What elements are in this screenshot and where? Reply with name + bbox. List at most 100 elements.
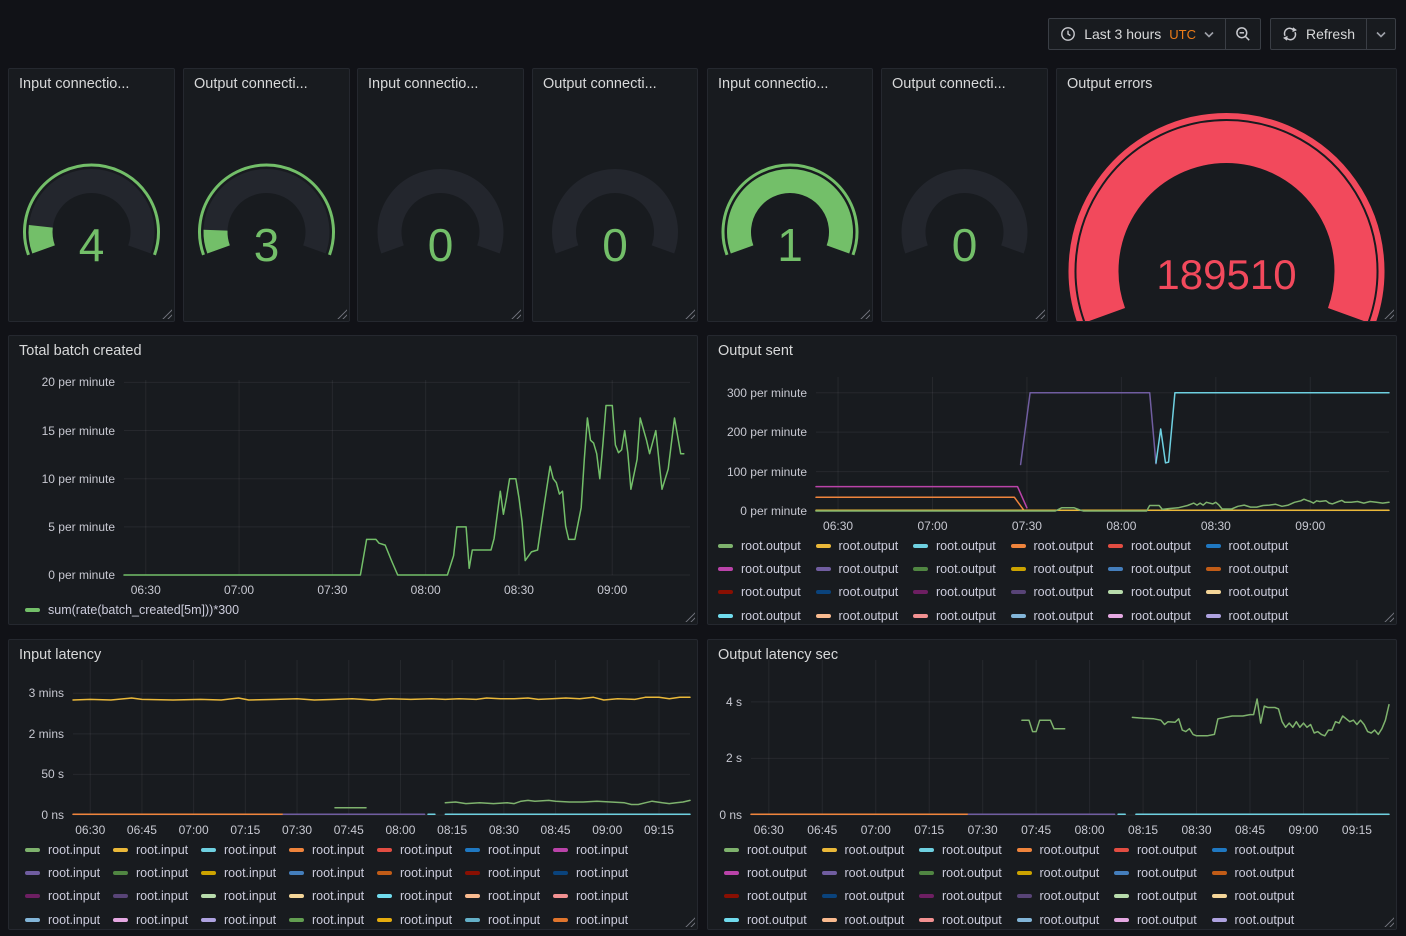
panel-title[interactable]: Input latency	[19, 647, 101, 663]
legend-item[interactable]: root.output	[718, 581, 816, 604]
legend-item[interactable]: root.output	[1108, 604, 1206, 625]
chart-plot[interactable]: 0 per minute5 per minute10 per minute15 …	[9, 336, 697, 624]
legend-item[interactable]: root.input	[25, 861, 113, 884]
legend-item[interactable]: root.output	[816, 581, 914, 604]
legend-item[interactable]: root.output	[1017, 885, 1115, 908]
legend-item[interactable]: root.input	[377, 861, 465, 884]
legend-item[interactable]: root.input	[377, 885, 465, 908]
legend-item[interactable]: root.output	[1017, 838, 1115, 861]
legend-item[interactable]: root.output	[1011, 534, 1109, 557]
panel-title[interactable]: Output connecti...	[543, 76, 657, 92]
chart-plot[interactable]: 0 ns50 s2 mins3 mins06:3006:4507:0007:15…	[9, 640, 697, 929]
legend-item[interactable]: root.output	[1011, 581, 1109, 604]
legend-item[interactable]: root.output	[1011, 557, 1109, 580]
legend-item[interactable]: root.output	[1212, 838, 1310, 861]
gauge-value: 0	[952, 219, 978, 271]
panel-title[interactable]: Total batch created	[19, 343, 142, 359]
legend-label: sum(rate(batch_created[5m]))*300	[48, 603, 239, 617]
legend-item[interactable]: root.input	[25, 908, 113, 930]
panel-title[interactable]: Output connecti...	[892, 76, 1006, 92]
legend-item[interactable]: root.input	[201, 885, 289, 908]
legend-item[interactable]: root.output	[1206, 534, 1304, 557]
legend-item[interactable]: root.input	[289, 908, 377, 930]
legend-item[interactable]: root.input	[201, 838, 289, 861]
legend-item[interactable]: sum(rate(batch_created[5m]))*300	[25, 599, 239, 620]
legend-item[interactable]: root.input	[377, 838, 465, 861]
refresh-button[interactable]: Refresh	[1270, 18, 1367, 50]
legend-item[interactable]: root.output	[1108, 557, 1206, 580]
legend-item[interactable]: root.input	[113, 885, 201, 908]
legend-item[interactable]: root.output	[919, 861, 1017, 884]
legend-item[interactable]: root.output	[724, 908, 822, 930]
legend-item[interactable]: root.output	[919, 885, 1017, 908]
legend-item[interactable]: root.input	[113, 908, 201, 930]
panel-title[interactable]: Input connectio...	[368, 76, 478, 92]
legend-item[interactable]: root.output	[822, 838, 920, 861]
legend-item[interactable]: root.output	[919, 838, 1017, 861]
legend-item[interactable]: root.output	[724, 885, 822, 908]
legend-item[interactable]: root.input	[553, 838, 641, 861]
legend-item[interactable]: root.output	[822, 861, 920, 884]
legend-item[interactable]: root.output	[718, 534, 816, 557]
legend-item[interactable]: root.input	[25, 838, 113, 861]
legend-item[interactable]: root.output	[1212, 885, 1310, 908]
legend-item[interactable]: root.output	[1206, 557, 1304, 580]
legend-item[interactable]: root.input	[201, 908, 289, 930]
panel-title[interactable]: Output latency sec	[718, 647, 838, 663]
legend-item[interactable]: root.output	[1206, 581, 1304, 604]
chart-plot[interactable]: 0 per minute100 per minute200 per minute…	[708, 336, 1396, 624]
legend-item[interactable]: root.input	[465, 838, 553, 861]
legend-item[interactable]: root.input	[201, 861, 289, 884]
x-axis-label: 08:00	[1095, 518, 1147, 534]
legend-item[interactable]: root.input	[113, 861, 201, 884]
legend-item[interactable]: root.input	[553, 908, 641, 930]
panel-title[interactable]: Output errors	[1067, 76, 1152, 92]
legend-item[interactable]: root.output	[1017, 861, 1115, 884]
legend-item[interactable]: root.output	[822, 908, 920, 930]
legend-item[interactable]: root.output	[822, 885, 920, 908]
legend-item[interactable]: root.input	[289, 885, 377, 908]
legend-item[interactable]: root.output	[1206, 604, 1304, 625]
legend-item[interactable]: root.output	[816, 557, 914, 580]
legend-item[interactable]: root.output	[724, 838, 822, 861]
legend-item[interactable]: root.output	[816, 534, 914, 557]
legend-item[interactable]: root.output	[718, 557, 816, 580]
legend-item[interactable]: root.output	[913, 557, 1011, 580]
legend-item[interactable]: root.output	[1108, 581, 1206, 604]
legend-item[interactable]: root.input	[289, 838, 377, 861]
legend-item[interactable]: root.output	[913, 534, 1011, 557]
legend-item[interactable]: root.input	[377, 908, 465, 930]
legend-item[interactable]: root.output	[1114, 838, 1212, 861]
legend-item[interactable]: root.output	[816, 604, 914, 625]
legend-item[interactable]: root.input	[113, 838, 201, 861]
zoom-out-button[interactable]	[1225, 18, 1261, 50]
legend-item[interactable]: root.input	[553, 885, 641, 908]
legend-item[interactable]: root.output	[919, 908, 1017, 930]
chart-plot[interactable]: 0 ns2 s4 s06:3006:4507:0007:1507:3007:45…	[708, 640, 1396, 929]
legend-item[interactable]: root.output	[1114, 861, 1212, 884]
legend-item[interactable]: root.input	[553, 861, 641, 884]
legend-item[interactable]: root.input	[25, 885, 113, 908]
panel-title[interactable]: Output connecti...	[194, 76, 308, 92]
legend-item[interactable]: root.input	[465, 908, 553, 930]
legend-item[interactable]: root.output	[1108, 534, 1206, 557]
legend-item[interactable]: root.output	[1017, 908, 1115, 930]
legend-item[interactable]: root.output	[724, 861, 822, 884]
legend-item[interactable]: root.input	[465, 861, 553, 884]
time-range-button[interactable]: Last 3 hours UTC	[1048, 18, 1226, 50]
panel-title[interactable]: Input connectio...	[718, 76, 828, 92]
legend-swatch	[919, 894, 934, 898]
legend-item[interactable]: root.output	[1114, 885, 1212, 908]
legend-item[interactable]: root.output	[718, 604, 816, 625]
legend-item[interactable]: root.output	[913, 581, 1011, 604]
panel-title[interactable]: Input connectio...	[19, 76, 129, 92]
refresh-interval-dropdown[interactable]	[1366, 18, 1396, 50]
panel-title[interactable]: Output sent	[718, 343, 793, 359]
legend-item[interactable]: root.input	[465, 885, 553, 908]
legend-item[interactable]: root.output	[1212, 861, 1310, 884]
legend-item[interactable]: root.output	[1011, 604, 1109, 625]
legend-item[interactable]: root.output	[913, 604, 1011, 625]
legend-item[interactable]: root.output	[1114, 908, 1212, 930]
legend-item[interactable]: root.input	[289, 861, 377, 884]
legend-item[interactable]: root.output	[1212, 908, 1310, 930]
